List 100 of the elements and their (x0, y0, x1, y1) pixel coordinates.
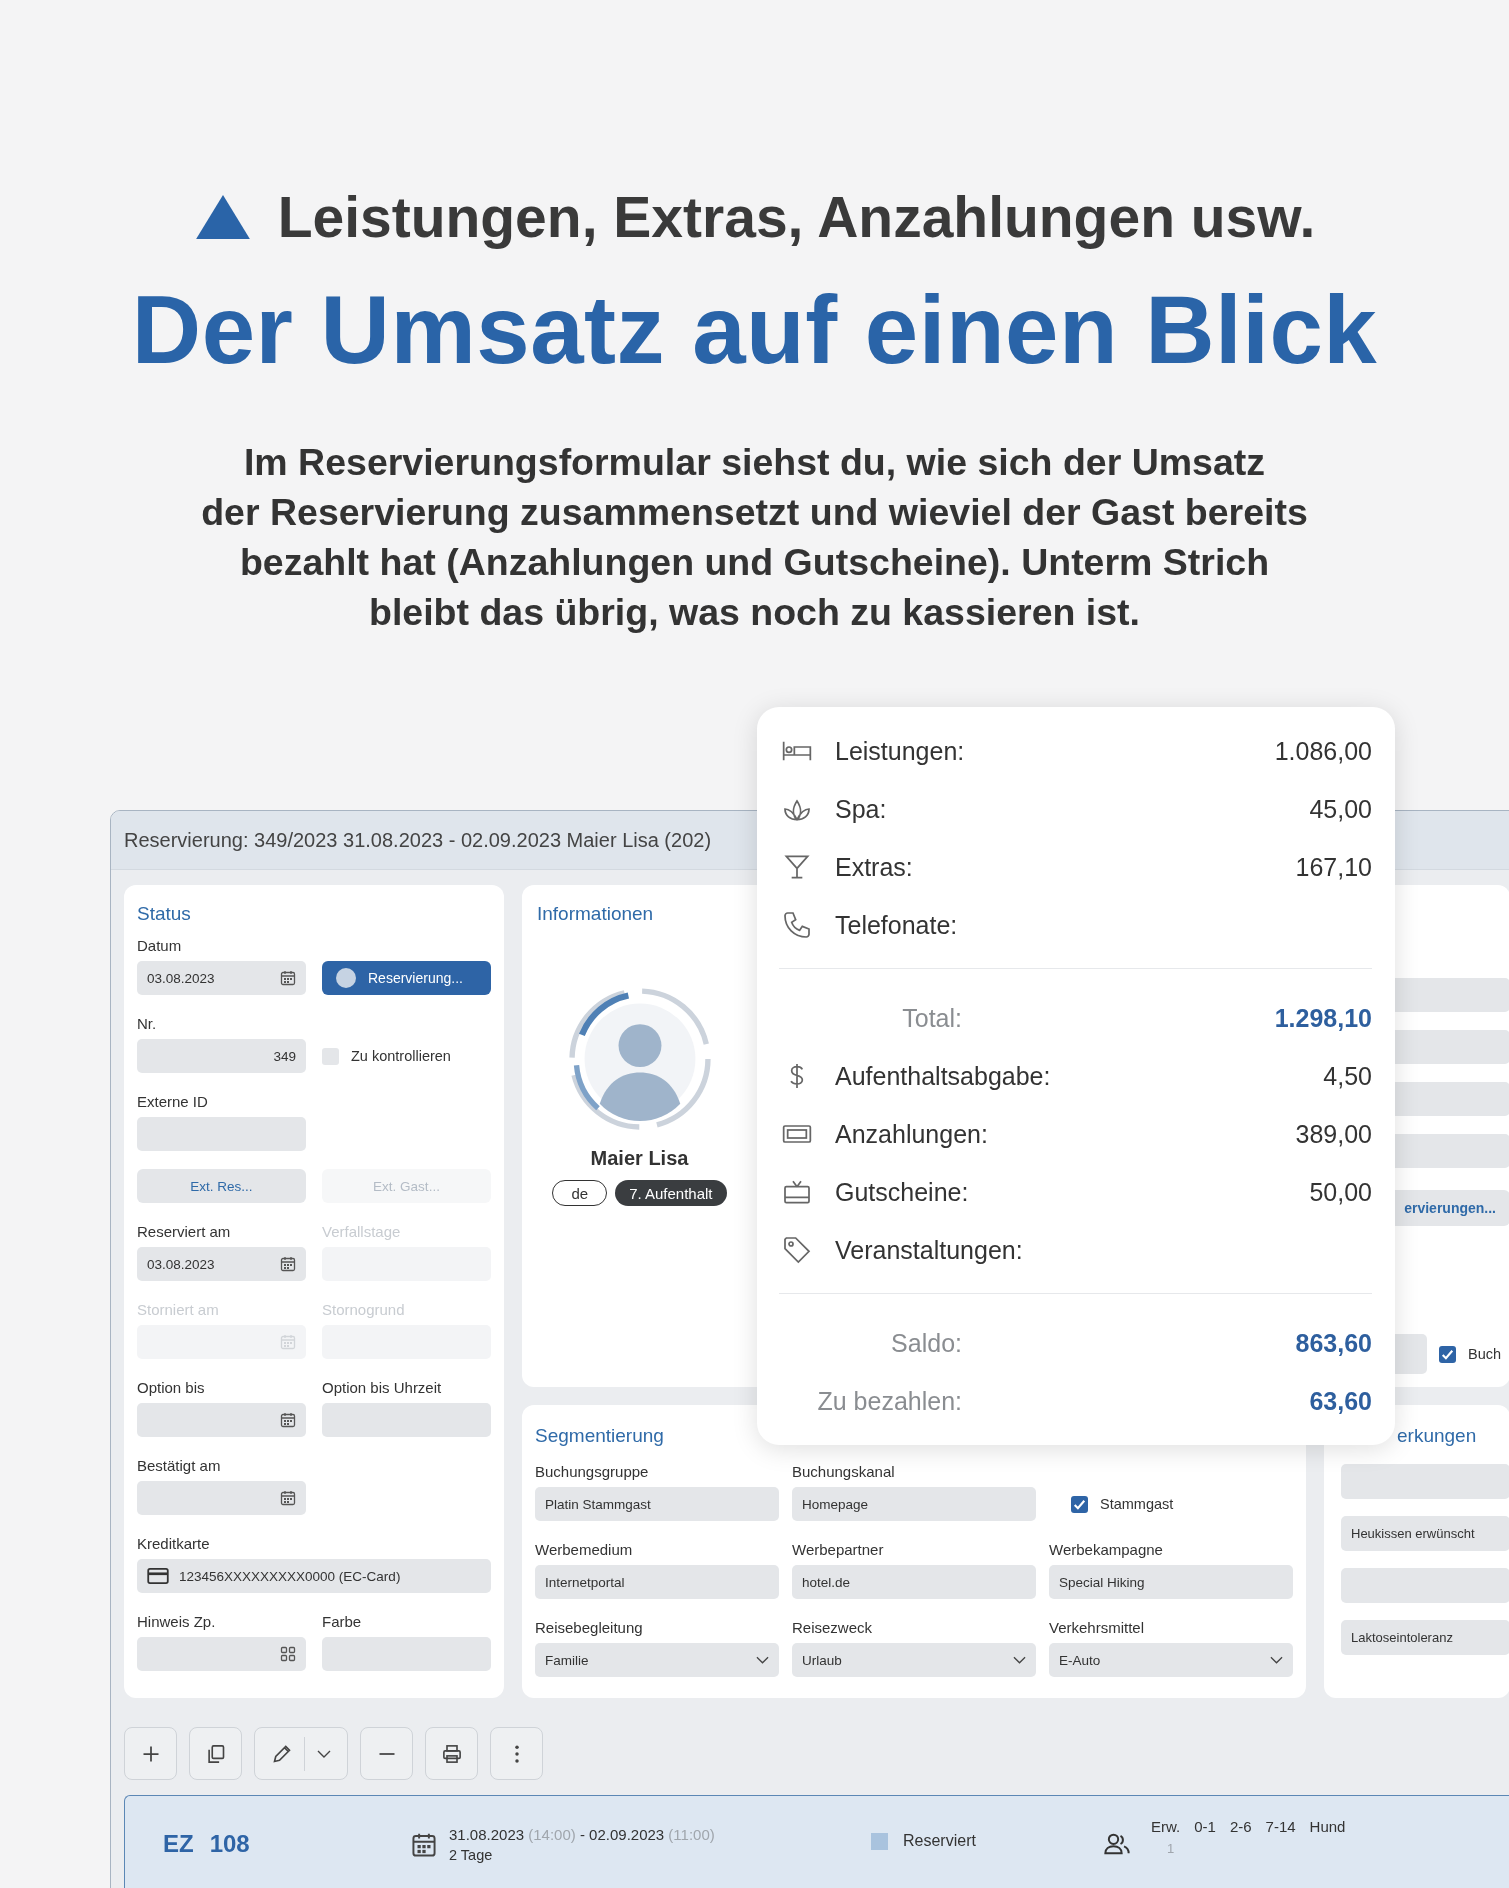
chevron-down-icon (1013, 1656, 1026, 1664)
field-label: Option bis Uhrzeit (322, 1378, 443, 1398)
input-field[interactable]: 123456XXXXXXXXX0000 (EC-Card) (137, 1559, 491, 1593)
summary-value: 1.298,10 (1274, 1003, 1372, 1033)
headline: Der Umsatz auf einen Blick (130, 277, 1379, 383)
summary-value: 389,00 (1295, 1119, 1372, 1149)
note-field[interactable]: Heukissen erwünscht (1341, 1516, 1509, 1551)
duration-text: 2 Tage (449, 1847, 494, 1863)
field-label: Buchungskanal (792, 1462, 896, 1482)
guest-name: Maier Lisa (590, 1147, 689, 1170)
printer-icon[interactable] (441, 1743, 462, 1764)
dropdown[interactable]: E-Auto (1049, 1643, 1293, 1677)
intro-paragraph: Im Reservierungsformular siehst du, wie sich der Umsatz der Reservierung zusammensetzt und wieviel der Gast bereits bezahlt hat (Anzahlungen und Gutscheine). Unterm Strich bleibt das übrig, was noch zu kassieren ist. (200, 440, 1309, 635)
people-icon (1103, 1832, 1131, 1856)
summary-label: Aufenthaltsabgabe: (835, 1061, 1051, 1091)
guest-column-label: 0-1 (1194, 1818, 1216, 1835)
input-field[interactable]: Platin Stammgast (535, 1487, 779, 1521)
checkbox-label: Stammgast (1100, 1496, 1174, 1512)
date-field[interactable] (137, 1481, 306, 1515)
kicker-heading: Leistungen, Extras, Anzahlungen usw. (277, 184, 1316, 250)
checkbox[interactable] (322, 1047, 339, 1065)
grid-icon[interactable] (280, 1646, 296, 1662)
summary-label: Telefonate: (835, 910, 958, 940)
calendar-icon[interactable] (280, 1256, 296, 1272)
field-label: Farbe (322, 1612, 363, 1632)
copy-button[interactable] (189, 1727, 242, 1780)
date-range: 31.08.2023 (14:00) - 02.09.2023 (11:00) (449, 1826, 715, 1843)
calendar-icon[interactable] (280, 1412, 296, 1428)
panel-heading: erkungen (1396, 1424, 1477, 1448)
field-label: Externe ID (137, 1092, 209, 1112)
chevron-down-icon (756, 1656, 769, 1664)
date-field[interactable] (137, 1403, 306, 1437)
chevron-down-icon (1270, 1656, 1283, 1664)
checkbox[interactable] (1071, 1495, 1088, 1513)
field-label: Reisebegleitung (535, 1618, 644, 1638)
credit-card-icon (147, 1568, 169, 1584)
note-field[interactable] (1341, 1568, 1509, 1603)
input-field[interactable]: 349 (137, 1039, 306, 1073)
field-label: Kreditkarte (137, 1534, 211, 1554)
panel-heading: Status (137, 902, 191, 926)
field-label: Option bis (137, 1378, 206, 1398)
summary-value: 63,60 (1309, 1386, 1372, 1416)
status-button[interactable]: Reservierung... (322, 961, 491, 995)
copy-icon[interactable] (205, 1743, 226, 1764)
guest-column-label: Erw. (1151, 1818, 1181, 1835)
room-category: EZ (163, 1830, 194, 1858)
input-field[interactable] (322, 1637, 491, 1671)
note-field[interactable] (1341, 1464, 1509, 1499)
checkbox[interactable] (1439, 1345, 1456, 1363)
caret-icon[interactable] (316, 1749, 331, 1758)
summary-value: 4,50 (1323, 1061, 1372, 1091)
guest-column-label: 2-6 (1229, 1818, 1252, 1835)
checkbox-label: Zu kontrollieren (351, 1048, 451, 1064)
field-label: Werbepartner (792, 1540, 885, 1560)
summary-value: 45,00 (1309, 794, 1372, 824)
summary-label: Anzahlungen: (835, 1119, 988, 1149)
summary-label: Total: (901, 1003, 962, 1033)
field-label: Werbemedium (535, 1540, 634, 1560)
field-label: Reserviert am (137, 1222, 232, 1242)
window-title: Reservierung: 349/2023 31.08.2023 - 02.09.2023 Maier Lisa (202) (124, 828, 712, 852)
input-field[interactable]: hotel.de (792, 1565, 1036, 1599)
summary-label: Extras: (835, 852, 913, 882)
summary-value: 167,10 (1295, 852, 1372, 882)
print-button[interactable] (425, 1727, 478, 1780)
calendar-icon[interactable] (280, 970, 296, 986)
input-field[interactable] (322, 1403, 491, 1437)
ext-button[interactable]: Ext. Res... (137, 1169, 306, 1203)
summary-label: Saldo: (890, 1328, 962, 1358)
date-field[interactable]: 03.08.2023 (137, 961, 306, 995)
pencil-icon[interactable] (271, 1743, 292, 1764)
calendar-icon[interactable] (280, 1490, 296, 1506)
input-field[interactable]: Homepage (792, 1487, 1036, 1521)
panel-heading: Segmentierung (535, 1424, 664, 1448)
field-label: Nr. (137, 1014, 158, 1034)
field-label: Datum (137, 936, 183, 956)
field-label: Verkehrsmittel (1049, 1618, 1146, 1638)
field-label: Hinweis Zp. (137, 1612, 217, 1632)
field-label: Werbekampagne (1049, 1540, 1164, 1560)
summary-label: Leistungen: (835, 736, 965, 766)
summary-value: 1.086,00 (1274, 736, 1372, 766)
room-number: 108 (209, 1830, 250, 1858)
input-field[interactable] (137, 1637, 306, 1671)
summary-label: Veranstaltungen: (835, 1235, 1023, 1265)
dropdown[interactable]: Urlaub (792, 1643, 1036, 1677)
date-field[interactable]: 03.08.2023 (137, 1247, 306, 1281)
triangle-icon (193, 193, 252, 241)
summary-label: Gutscheine: (835, 1177, 969, 1207)
calendar-icon (411, 1832, 437, 1858)
dropdown[interactable]: Familie (535, 1643, 779, 1677)
input-field[interactable]: Special Hiking (1049, 1565, 1293, 1599)
input-field[interactable] (137, 1117, 306, 1151)
checkbox-label: Buch (1468, 1346, 1502, 1362)
input-field[interactable]: Internetportal (535, 1565, 779, 1599)
note-field[interactable]: Laktoseintoleranz (1341, 1620, 1509, 1655)
summary-label: Zu bezahlen: (816, 1386, 962, 1416)
guest-column-label: Hund (1309, 1818, 1346, 1835)
summary-value: 863,60 (1295, 1328, 1372, 1358)
guest-column-label: 7-14 (1265, 1818, 1296, 1835)
summary-label: Spa: (835, 794, 887, 824)
guest-tag: 7. Aufenthalt (615, 1180, 727, 1206)
